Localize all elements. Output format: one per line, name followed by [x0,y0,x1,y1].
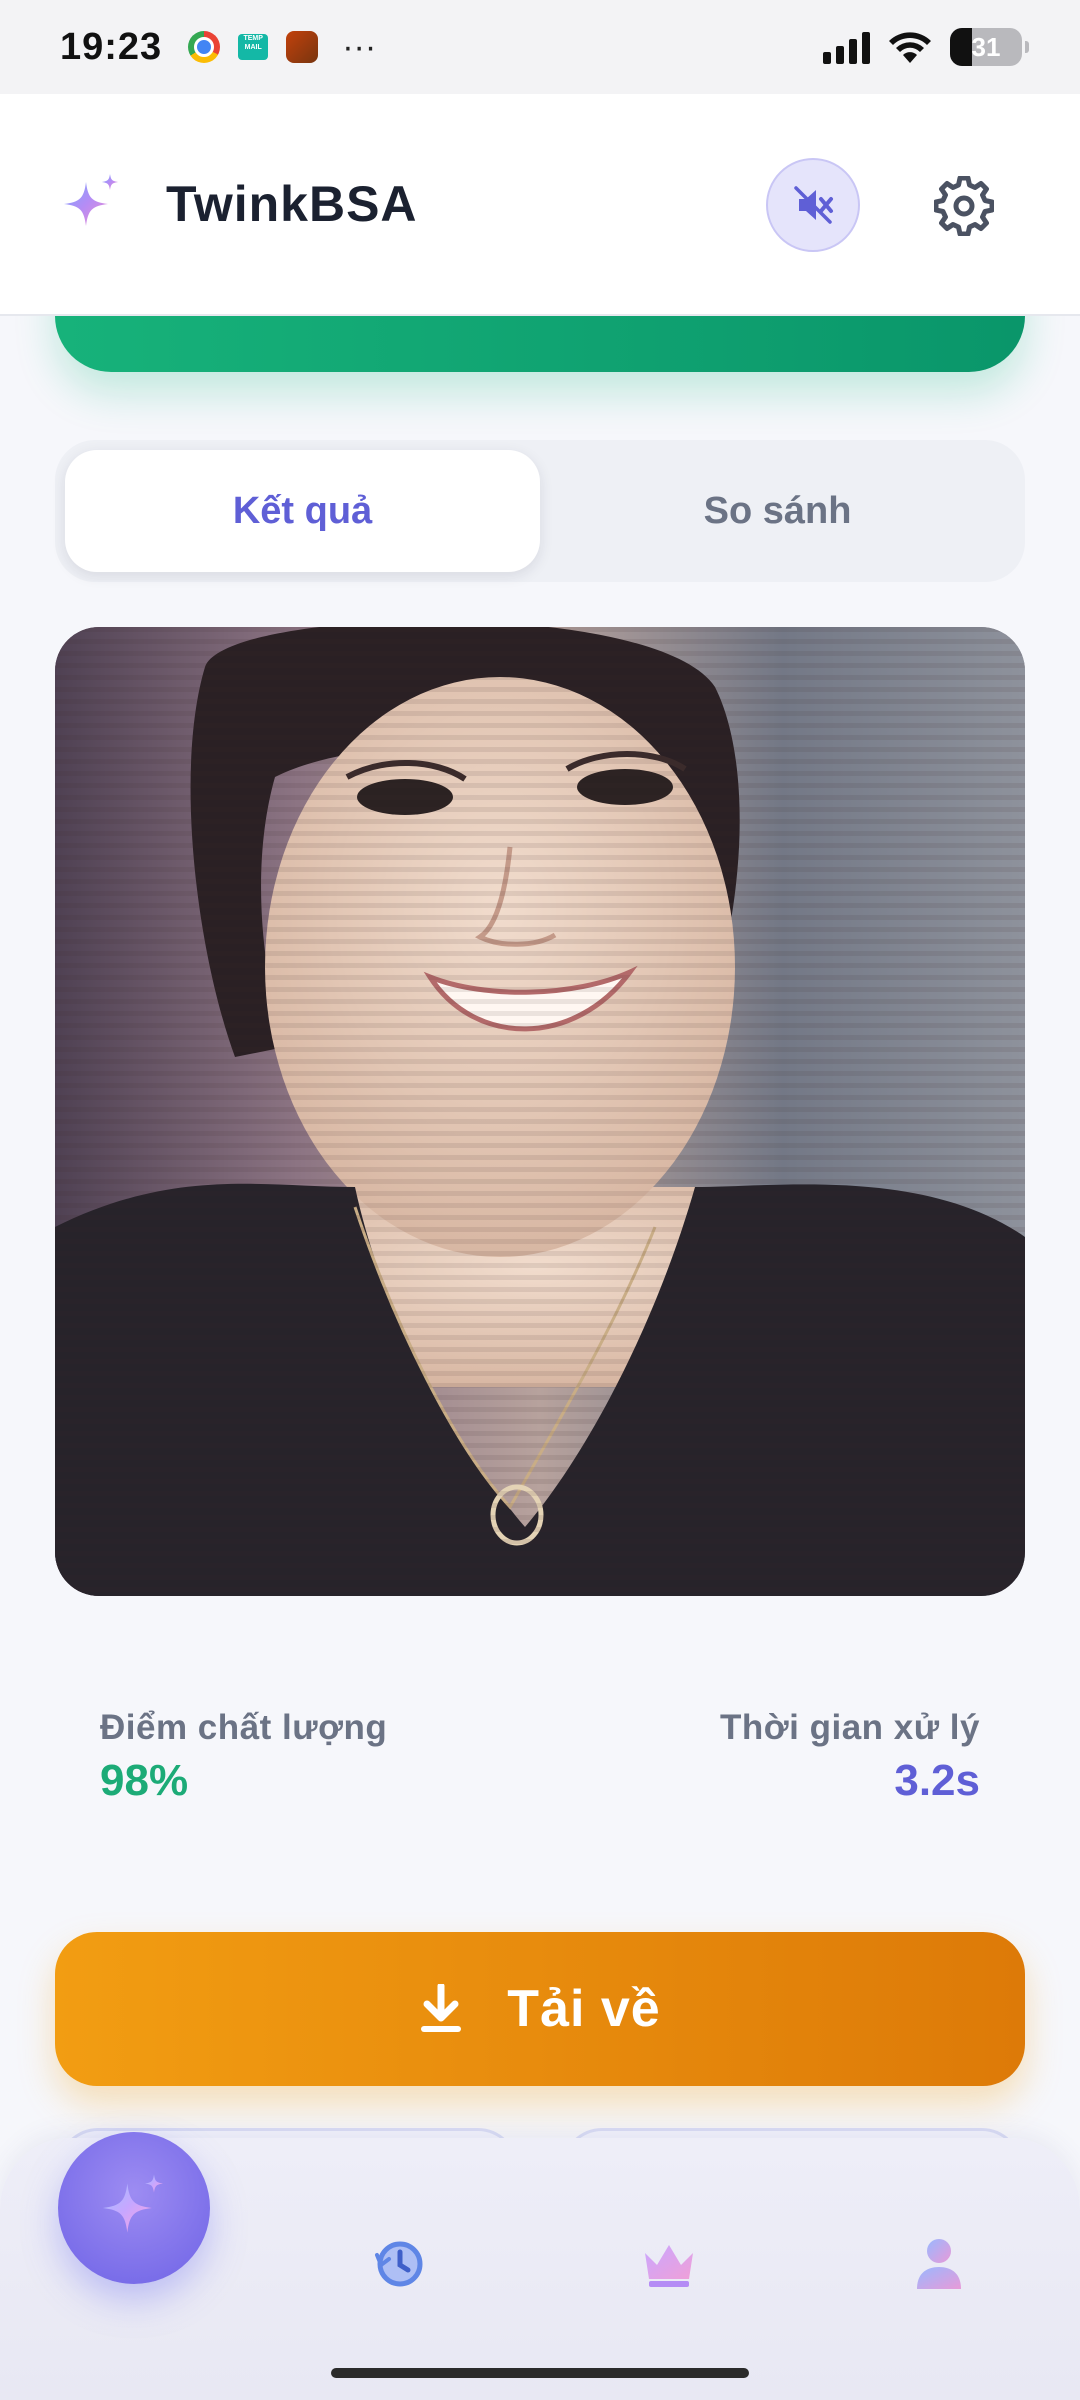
processing-time-label: Thời gian xử lý [720,1708,980,1747]
app-header: TwinkBSA [0,94,1080,316]
battery-icon: 31 [950,28,1029,66]
tab-result[interactable]: Kết quả [65,450,540,572]
wifi-icon [889,32,931,63]
settings-button[interactable] [932,174,996,238]
game-app-icon [286,31,319,63]
mute-icon [794,186,833,224]
download-label: Tải về [507,1980,661,2038]
cellular-signal-icon [823,30,870,64]
result-image[interactable] [55,627,1025,1596]
result-tabs: Kết quả So sánh [55,440,1025,582]
status-time: 19:23 [60,25,163,68]
status-bar: 19:23 TEMP MAIL ··· 31 [0,0,1080,94]
more-notifications-icon: ··· [342,28,377,66]
chrome-icon [188,31,221,63]
download-icon [421,1984,462,2032]
history-icon [375,2241,423,2287]
quality-stat: Điểm chất lượng 98% [100,1708,387,1806]
processing-time-value: 3.2s [894,1756,980,1805]
system-indicators: 31 [823,28,1029,66]
gear-icon [934,176,994,236]
home-indicator[interactable] [331,2368,749,2378]
sparkle-icon [102,2174,163,2233]
quality-label: Điểm chất lượng [100,1708,388,1747]
nav-enhance-button[interactable] [58,2132,210,2284]
processing-time-stat: Thời gian xử lý 3.2s [720,1708,980,1806]
notification-icons: TEMP MAIL ··· [188,30,376,64]
download-button[interactable]: Tải về [55,1932,1025,2086]
temp-mail-icon: TEMP MAIL [238,34,269,60]
quality-value: 98% [100,1756,189,1805]
battery-level: 31 [971,31,1001,62]
sparkle-logo-icon [64,174,118,226]
crown-icon [645,2245,693,2287]
nav-premium-button[interactable] [641,2236,697,2292]
tab-compare[interactable]: So sánh [540,450,1015,572]
mute-button[interactable] [766,158,860,252]
profile-icon [917,2239,961,2289]
nav-profile-button[interactable] [911,2236,967,2292]
nav-history-button[interactable] [372,2236,428,2292]
app-title: TwinkBSA [166,176,418,232]
